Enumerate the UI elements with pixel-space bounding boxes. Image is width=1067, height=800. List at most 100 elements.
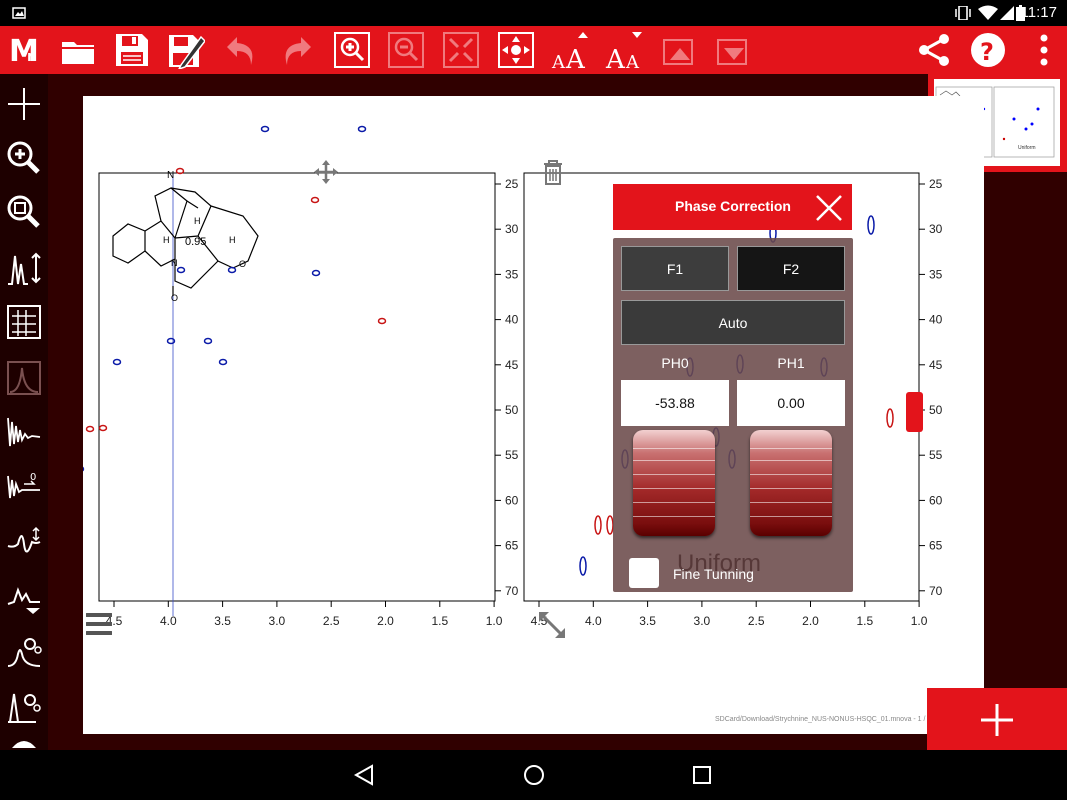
zoom-tool-icon[interactable] <box>4 138 44 178</box>
resize-handle-icon[interactable] <box>537 610 567 640</box>
cross-peak <box>377 317 387 325</box>
fit-zoom-icon[interactable] <box>4 192 44 232</box>
save-as-icon[interactable] <box>166 30 206 70</box>
ph0-input[interactable] <box>621 380 729 426</box>
ph0-knob[interactable] <box>633 430 715 536</box>
svg-text:H: H <box>163 235 170 245</box>
ph1-knob[interactable] <box>750 430 832 536</box>
close-icon[interactable] <box>813 192 845 224</box>
add-fab-button[interactable] <box>927 688 1067 750</box>
cross-peak <box>98 424 108 432</box>
layer-down-icon[interactable] <box>714 30 754 70</box>
mnova-logo-icon[interactable]: Mn <box>4 30 44 70</box>
left-plot-y-tick-label: 35 <box>505 267 519 281</box>
right-plot-x-tick-label: 4.0 <box>585 614 602 628</box>
cross-peak <box>112 358 122 366</box>
spectrum-display-icon[interactable] <box>4 358 44 398</box>
cross-peak <box>166 337 176 345</box>
ph1-input[interactable] <box>737 380 845 426</box>
cross-peak <box>218 358 228 366</box>
overflow-menu-icon[interactable] <box>1024 30 1064 70</box>
open-folder-icon[interactable] <box>58 30 98 70</box>
ph0-label: PH0 <box>661 355 689 371</box>
undo-icon[interactable] <box>222 30 262 70</box>
svg-text:n: n <box>27 49 37 65</box>
home-icon[interactable] <box>522 763 546 787</box>
svg-text:H: H <box>194 216 201 226</box>
auto-button[interactable]: Auto <box>621 300 845 345</box>
back-icon[interactable] <box>352 763 376 787</box>
left-plot-y-tick-label: 55 <box>505 448 519 462</box>
fid-icon[interactable] <box>4 412 44 452</box>
redo-icon[interactable] <box>276 30 316 70</box>
trash-icon[interactable] <box>542 159 564 185</box>
vertical-scale-icon[interactable] <box>4 248 44 288</box>
left-plot-y-tick-label: 60 <box>505 493 519 507</box>
f2-button[interactable]: F2 <box>737 246 845 291</box>
right-plot-y-tick-label: 35 <box>929 267 943 281</box>
cross-peak <box>260 125 270 133</box>
auto-process-icon[interactable] <box>4 686 44 726</box>
left-plot-x-tick-label: 3.0 <box>269 614 286 628</box>
recents-icon[interactable] <box>690 763 714 787</box>
svg-text:A: A <box>605 45 626 70</box>
zoom-out-icon[interactable] <box>386 30 426 70</box>
svg-text:?: ? <box>980 38 994 66</box>
svg-text:A: A <box>551 52 566 70</box>
cross-peak <box>867 215 875 235</box>
status-bar: 11:17 <box>0 0 1067 26</box>
right-plot-y-tick-label: 65 <box>929 539 943 553</box>
left-plot-y-tick-label: 70 <box>505 584 519 598</box>
left-plot-x-tick-label: 1.0 <box>486 614 503 628</box>
more-tools-icon[interactable] <box>4 734 44 750</box>
cross-peak <box>83 466 85 472</box>
vibrate-icon <box>955 6 971 20</box>
left-plot-y-tick-label: 40 <box>505 313 519 327</box>
gallery-notification-icon <box>12 7 26 19</box>
peak-picking-icon[interactable] <box>4 302 44 342</box>
wifi-icon <box>978 5 998 20</box>
zoom-in-icon[interactable] <box>332 30 372 70</box>
help-icon[interactable]: ? <box>968 30 1008 70</box>
crosshair-icon[interactable] <box>4 84 44 124</box>
fine-tuning-checkbox[interactable] <box>629 558 659 588</box>
right-plot-y-tick-label: 45 <box>929 358 943 372</box>
right-plot-y-tick-label: 60 <box>929 493 943 507</box>
font-decrease-icon[interactable]: AA <box>604 30 644 70</box>
plus-icon <box>981 704 1013 736</box>
right-plot-y-tick-label: 25 <box>929 177 943 191</box>
processing-settings-icon[interactable] <box>4 632 44 672</box>
f1-button[interactable]: F1 <box>621 246 729 291</box>
fit-all-icon[interactable] <box>441 30 481 70</box>
right-plot-x-tick-label: 3.5 <box>639 614 656 628</box>
left-plot-y-tick-label: 25 <box>505 177 519 191</box>
phase-icon[interactable] <box>4 522 44 562</box>
layer-up-icon[interactable] <box>660 30 700 70</box>
cross-peak <box>85 425 95 433</box>
baseline-icon[interactable] <box>4 578 44 618</box>
share-icon[interactable] <box>914 30 954 70</box>
svg-text:O: O <box>171 293 178 303</box>
phase-correction-panel: Phase Correction F1 F2 Auto PH0 PH1 Unif… <box>613 184 853 594</box>
cross-peak <box>594 515 602 535</box>
phase-panel-header: Phase Correction <box>613 184 852 230</box>
right-plot-y-tick-label: 50 <box>929 403 943 417</box>
fine-tuning-label: Fine Tunning <box>673 566 754 582</box>
tool-sidebar: 0 <box>0 74 48 750</box>
signal-icon <box>1000 6 1014 20</box>
svg-text:A: A <box>625 52 640 70</box>
left-plot-x-tick-label: 1.5 <box>431 614 448 628</box>
scroll-grip-handle[interactable] <box>906 392 923 432</box>
font-increase-icon[interactable]: AA <box>550 30 590 70</box>
left-plot-x-tick-label: 2.5 <box>323 614 340 628</box>
save-icon[interactable] <box>112 30 152 70</box>
move-handle-icon[interactable] <box>313 159 339 185</box>
right-plot-y-tick-label: 40 <box>929 313 943 327</box>
svg-text:O: O <box>239 259 246 269</box>
thumbnail-caption: Uniform <box>1018 145 1036 151</box>
hamburger-menu-icon[interactable] <box>86 611 112 637</box>
zero-fill-icon[interactable]: 0 <box>4 466 44 506</box>
right-plot-y-tick-label: 70 <box>929 584 943 598</box>
pan-icon[interactable] <box>496 30 536 70</box>
cross-peak <box>886 408 894 428</box>
